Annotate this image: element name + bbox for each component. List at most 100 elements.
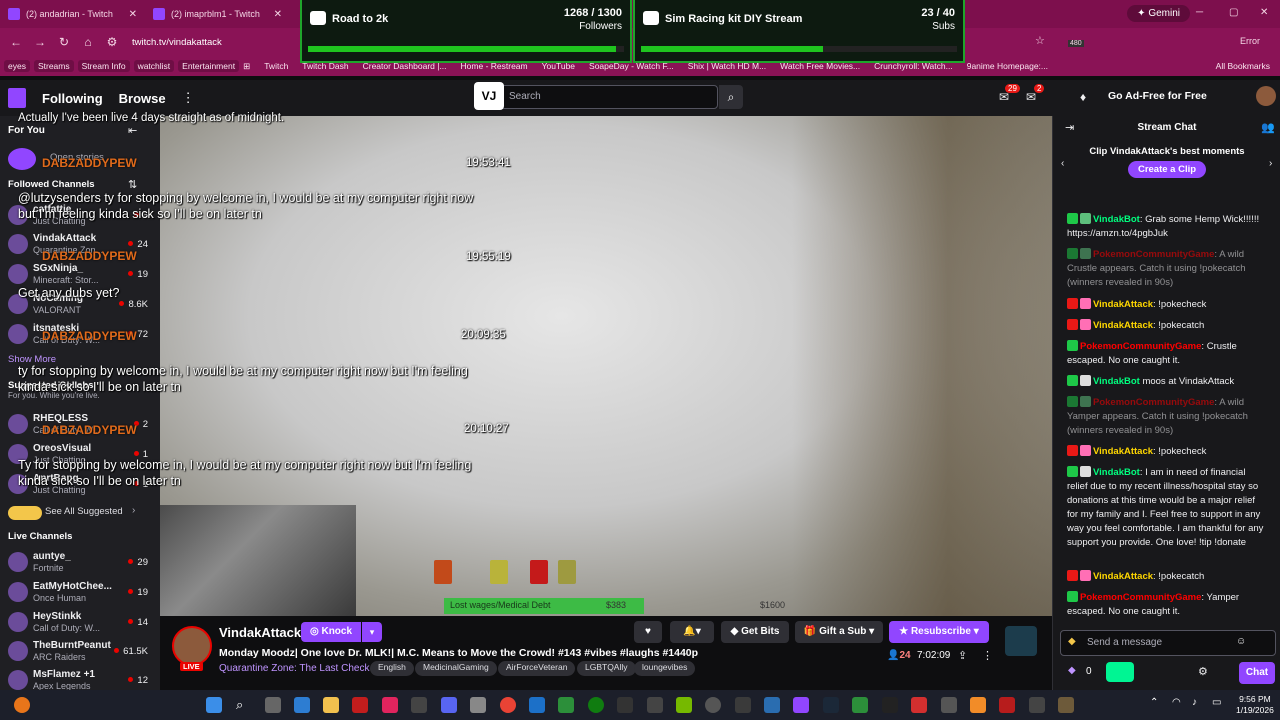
stream-tag[interactable]: MedicinalGaming	[415, 661, 497, 676]
channel-item[interactable]: auntye_ Fortnite 29	[0, 547, 160, 577]
chat-username[interactable]: VindakBot	[1093, 214, 1140, 225]
back-icon[interactable]: ←	[4, 35, 28, 49]
taskbar-app-icon[interactable]	[911, 697, 927, 713]
share-icon[interactable]: ⇪	[958, 649, 967, 662]
chrome-icon[interactable]	[500, 697, 516, 713]
bookmark-item[interactable]: 9anime Homepage:...	[967, 61, 1058, 71]
apps-grid-icon[interactable]: ⊞	[243, 61, 260, 72]
bookmark-star-icon[interactable]: ☆	[1035, 34, 1045, 47]
close-window-icon[interactable]: ✕	[1260, 7, 1268, 18]
error-label[interactable]: Error	[1240, 36, 1260, 46]
browser-tab[interactable]: (2) imaprblm1 - Twitch ✕	[145, 1, 290, 27]
forward-icon[interactable]: →	[28, 35, 52, 49]
notification-bell-icon[interactable]: 🔔▾	[670, 621, 714, 643]
extension-logo-icon[interactable]: VJ	[474, 82, 504, 110]
close-tab-icon[interactable]: ✕	[274, 9, 282, 20]
battery-icon[interactable]: ▭	[1212, 697, 1221, 708]
collapse-chat-icon[interactable]: ⇥	[1065, 121, 1074, 134]
taskbar-app-icon[interactable]	[1058, 697, 1074, 713]
volume-icon[interactable]: ♪	[1192, 697, 1197, 708]
user-avatar[interactable]	[1256, 86, 1276, 106]
channel-item[interactable]: SGxNinja_ Minecraft: Stor... 19	[0, 259, 160, 289]
taskbar-app-icon[interactable]	[529, 697, 545, 713]
task-view-icon[interactable]	[265, 697, 281, 713]
go-ad-free-button[interactable]: Go Ad-Free for Free	[1108, 90, 1207, 102]
widgets-icon[interactable]	[14, 697, 30, 713]
stream-tag[interactable]: AirForceVeteran	[498, 661, 576, 676]
chat-username[interactable]: PokemonCommunityGame	[1080, 341, 1201, 352]
home-icon[interactable]: ⌂	[76, 35, 100, 49]
chat-username[interactable]: VindakAttack	[1093, 299, 1153, 310]
create-clip-button[interactable]: Create a Clip	[1127, 161, 1207, 178]
follow-heart-icon[interactable]: ♥	[634, 621, 662, 643]
bookmark-item[interactable]: watchlist	[133, 60, 175, 72]
bookmark-item[interactable]: Streams	[33, 60, 74, 72]
get-bits-button[interactable]: ◆ Get Bits	[721, 621, 789, 643]
streamer-avatar[interactable]	[172, 626, 212, 666]
chevron-left-icon[interactable]: ‹	[1061, 158, 1064, 169]
bits-icon[interactable]: ◆	[1068, 636, 1076, 647]
channel-item[interactable]: EatMyHotChee... Once Human 19	[0, 577, 160, 607]
chat-username[interactable]: PokemonCommunityGame	[1080, 592, 1201, 603]
emote-picker-icon[interactable]: ☺	[1236, 636, 1246, 647]
chevron-right-icon[interactable]: ›	[1269, 158, 1272, 169]
wifi-icon[interactable]: ◠	[1172, 697, 1181, 708]
knock-button[interactable]: ◎ Knock	[301, 622, 361, 642]
gift-sub-button[interactable]: 🎁 Gift a Sub ▾	[795, 621, 883, 643]
xbox-icon[interactable]	[588, 697, 604, 713]
tray-chevron-icon[interactable]: ⌃	[1150, 697, 1158, 708]
bookmark-item[interactable]: Stream Info	[77, 60, 130, 72]
start-icon[interactable]	[206, 697, 222, 713]
discord-icon[interactable]	[441, 697, 457, 713]
stream-tag[interactable]: loungevibes	[634, 661, 696, 676]
chat-username[interactable]: VindakAttack	[1093, 571, 1153, 582]
chat-username[interactable]: VindakAttack	[1093, 446, 1153, 457]
stream-tag[interactable]: English	[370, 661, 414, 676]
reload-icon[interactable]: ↻	[52, 35, 76, 49]
chat-send-button[interactable]: Chat	[1239, 662, 1275, 684]
chat-username[interactable]: PokemonCommunityGame	[1093, 249, 1214, 260]
search-icon[interactable]: ⌕	[236, 697, 252, 713]
crown-icon[interactable]: ♦	[1080, 90, 1086, 104]
more-options-icon[interactable]: ⋮	[982, 649, 993, 662]
taskbar-app-icon[interactable]	[970, 697, 986, 713]
taskbar-app-icon[interactable]	[1029, 697, 1045, 713]
more-menu-icon[interactable]: ⋮	[182, 90, 195, 106]
chatgpt-icon[interactable]	[411, 697, 427, 713]
search-input[interactable]: Search	[494, 85, 718, 109]
taskbar-app-icon[interactable]	[793, 697, 809, 713]
close-tab-icon[interactable]: ✕	[129, 9, 137, 20]
stories-avatar[interactable]	[8, 148, 36, 170]
nav-following[interactable]: Following	[42, 91, 103, 106]
channel-item[interactable]: MsFlamez +1 Apex Legends 12	[0, 665, 160, 690]
bookmark-item[interactable]: Entertainment	[178, 60, 240, 72]
chat-username[interactable]: VindakAttack	[1093, 320, 1153, 331]
extension-badge[interactable]: 480	[1068, 40, 1084, 47]
resubscribe-button[interactable]: ★ Resubscribe ▾	[889, 621, 989, 643]
maximize-icon[interactable]: ▢	[1229, 7, 1238, 18]
site-info-icon[interactable]: ⚙	[100, 35, 124, 49]
see-all-suggested[interactable]: See All Suggested	[45, 506, 123, 517]
stream-tag[interactable]: LGBTQAlly	[577, 661, 636, 676]
all-bookmarks[interactable]: All Bookmarks	[1216, 61, 1280, 71]
search-icon[interactable]: ⌕	[719, 85, 743, 109]
taskbar-app-icon[interactable]	[558, 697, 574, 713]
sort-icon[interactable]: ⇅	[128, 178, 137, 191]
browser-tab[interactable]: (2) andadrian - Twitch ✕	[0, 1, 145, 27]
taskbar-app-icon[interactable]	[941, 697, 957, 713]
taskbar-app-icon[interactable]	[735, 697, 751, 713]
taskbar-app-icon[interactable]	[294, 697, 310, 713]
file-explorer-icon[interactable]	[323, 697, 339, 713]
claim-bonus-button[interactable]	[1106, 662, 1134, 682]
channel-item[interactable]: TheBurntPeanut ARC Raiders 61.5K	[0, 636, 160, 666]
url-field[interactable]: twitch.tv/vindakattack	[132, 37, 222, 48]
bookmark-item[interactable]: Twitch	[264, 61, 298, 71]
music-icon[interactable]	[382, 697, 398, 713]
bookmark-item[interactable]: eyes	[4, 60, 30, 72]
taskbar-app-icon[interactable]	[999, 697, 1015, 713]
minimize-icon[interactable]: ─	[1196, 7, 1203, 18]
streamer-name[interactable]: VindakAttack	[219, 625, 301, 640]
taskbar-app-icon[interactable]	[882, 697, 898, 713]
channel-item[interactable]: HeyStinkk Call of Duty: W... 14	[0, 607, 160, 637]
nav-browse[interactable]: Browse	[119, 91, 166, 106]
